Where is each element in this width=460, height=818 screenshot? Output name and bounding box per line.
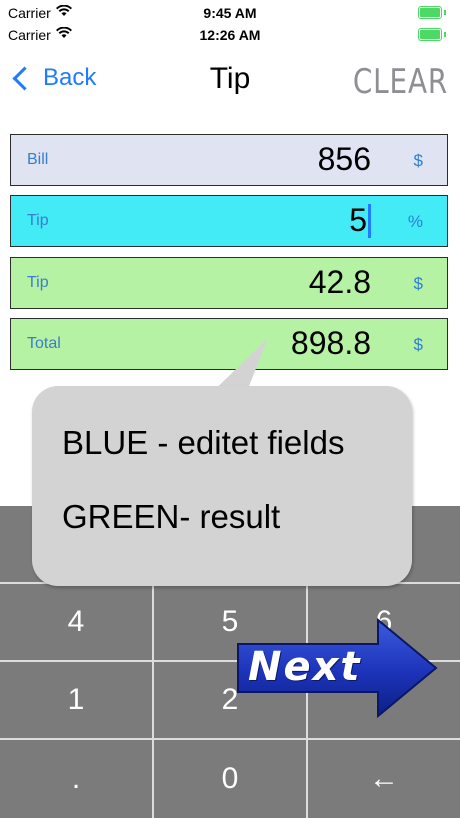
- key-decimal[interactable]: .: [0, 740, 152, 818]
- field-unit: $: [413, 274, 423, 293]
- next-label: Next: [248, 644, 362, 690]
- field-value: 5: [349, 202, 371, 239]
- hint-bubble: BLUE - editet fields GREEN- result: [32, 386, 412, 586]
- hint-line-blue: BLUE - editet fields: [62, 424, 345, 461]
- tip-percent-field[interactable]: Tip 5 %: [10, 195, 448, 247]
- field-label: Tip: [27, 274, 49, 291]
- clear-button[interactable]: CLEAR: [353, 62, 448, 102]
- field-label: Bill: [27, 151, 49, 168]
- clock: 9:45 AM: [203, 5, 257, 21]
- key-0[interactable]: 0: [154, 740, 306, 818]
- navigation-bar: Back Tip CLEAR: [0, 48, 460, 108]
- field-unit: $: [413, 335, 423, 354]
- text-cursor: [368, 204, 371, 238]
- next-button[interactable]: Next: [236, 617, 438, 723]
- field-label: Total: [27, 335, 61, 352]
- status-bar-bottom: Carrier 12:26 AM: [0, 24, 460, 46]
- key-backspace[interactable]: ←: [308, 740, 460, 818]
- tip-amount-field[interactable]: Tip 42.8 $: [10, 257, 448, 309]
- clock: 12:26 AM: [199, 27, 261, 43]
- battery-icon: [418, 28, 446, 41]
- battery-icon: [418, 6, 446, 19]
- status-bar-top: Carrier 9:45 AM: [0, 2, 460, 24]
- hint-line-green: GREEN- result: [62, 498, 281, 535]
- key-4[interactable]: 4: [0, 584, 152, 660]
- field-unit: %: [407, 212, 423, 231]
- field-label: Tip: [27, 212, 49, 229]
- field-value: 42.8: [308, 264, 371, 300]
- field-value: 898.8: [290, 325, 371, 361]
- bill-field[interactable]: Bill 856 $: [10, 134, 448, 186]
- key-1[interactable]: 1: [0, 662, 152, 738]
- field-value-text: 5: [349, 202, 367, 238]
- field-value: 856: [317, 141, 371, 177]
- field-unit: $: [413, 151, 423, 170]
